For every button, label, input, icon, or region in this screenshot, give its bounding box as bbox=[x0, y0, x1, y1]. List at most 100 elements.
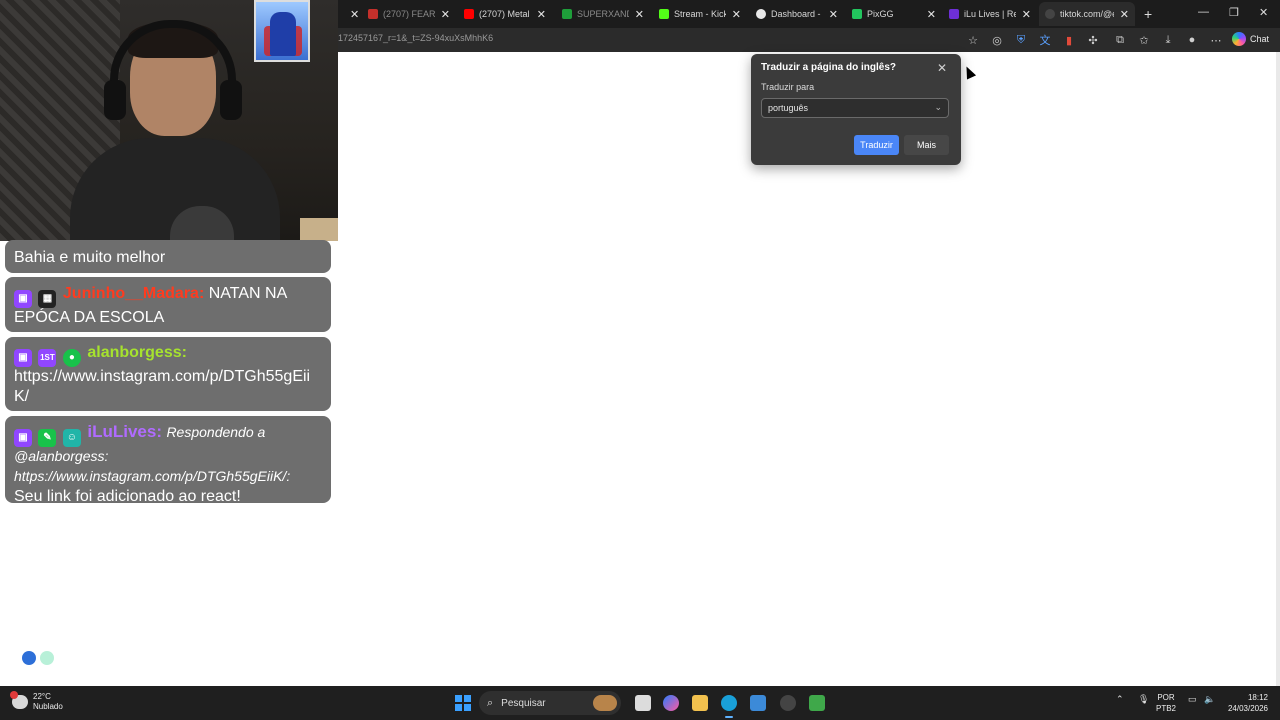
tab-label: Stream - Kick Da bbox=[674, 9, 726, 19]
keyboard-layout: PTB2 bbox=[1156, 704, 1177, 713]
sword-badge-icon: ✎ bbox=[38, 429, 57, 447]
office-icon[interactable]: ▮ bbox=[1062, 33, 1076, 47]
clock[interactable]: 18:12 24/03/2026 bbox=[1222, 692, 1268, 714]
scrollbar[interactable] bbox=[1276, 52, 1280, 686]
download-icon[interactable]: ⤓ bbox=[1161, 33, 1175, 47]
volume-icon[interactable]: 🔈 bbox=[1204, 694, 1215, 705]
robot-badge-icon: ☺ bbox=[62, 429, 81, 447]
restore-icon[interactable]: ❐ bbox=[1229, 6, 1239, 19]
language-select[interactable]: português ⌄ bbox=[761, 98, 949, 118]
tab-ilu-lives-react[interactable]: iLu Lives | React ✕ bbox=[943, 2, 1037, 26]
task-view-icon[interactable] bbox=[635, 695, 651, 711]
minimize-icon[interactable]: — bbox=[1198, 6, 1209, 18]
photos-icon[interactable] bbox=[750, 695, 766, 711]
obs-icon[interactable] bbox=[780, 695, 796, 711]
taskbar-search[interactable]: ⌕ Pesquisar bbox=[479, 691, 621, 715]
tab-label: SUPERXANDAO bbox=[577, 9, 629, 19]
weather-temp: 22°C bbox=[33, 692, 51, 701]
play-icon[interactable] bbox=[22, 651, 36, 665]
close-icon[interactable]: ✕ bbox=[829, 8, 838, 21]
tab-fear-the[interactable]: (2707) FEAR THE ✕ bbox=[362, 2, 456, 26]
close-icon[interactable]: ✕ bbox=[635, 8, 644, 21]
profile-icon[interactable]: ● bbox=[1185, 33, 1199, 47]
streamer bbox=[70, 20, 280, 241]
microphone-icon[interactable]: 🎙 bbox=[1138, 694, 1149, 705]
tab-label: iLu Lives | React bbox=[964, 9, 1016, 19]
network-icon[interactable]: ▭ bbox=[1188, 694, 1197, 705]
language-indicator[interactable]: POR PTB2 bbox=[1156, 692, 1176, 714]
tab-superxandao[interactable]: SUPERXANDAO ✕ bbox=[556, 2, 650, 26]
selected-language: português bbox=[768, 103, 809, 113]
new-tab-icon[interactable]: + bbox=[1144, 6, 1152, 22]
star-icon[interactable]: ☆ bbox=[966, 33, 980, 47]
ilu-icon bbox=[949, 9, 959, 19]
loading-icon bbox=[1045, 9, 1055, 19]
chat-username: alanborgess: bbox=[87, 344, 187, 361]
translate-icon[interactable]: 文 bbox=[1038, 33, 1052, 47]
globe-icon bbox=[756, 9, 766, 19]
overlay-mini-icons bbox=[22, 651, 54, 665]
tab-tiktok[interactable]: tiktok.com/@edi ✕ bbox=[1039, 2, 1135, 26]
chat-message: ▣ ▦ Juninho__Madara: NATAN NA EPÓCA DA E… bbox=[5, 277, 331, 332]
first-badge: 1ST bbox=[38, 349, 57, 367]
cloud-icon bbox=[10, 691, 28, 709]
search-highlight-icon bbox=[593, 695, 617, 711]
twitch-icon: ▣ bbox=[14, 429, 32, 447]
extension-icon[interactable]: ◎ bbox=[990, 33, 1004, 47]
search-icon: ⌕ bbox=[487, 696, 494, 709]
chat-message: ▣ 1ST ● alanborgess: https://www.instagr… bbox=[5, 337, 331, 411]
screen: ✕ (2707) FEAR THE ✕ (2707) Metal Insi ✕ … bbox=[0, 0, 1280, 720]
youtube-icon bbox=[368, 9, 378, 19]
app-icon[interactable] bbox=[809, 695, 825, 711]
time: 18:12 bbox=[1247, 693, 1268, 702]
tab-partial[interactable]: ✕ bbox=[338, 2, 362, 26]
edge-icon[interactable] bbox=[721, 695, 737, 718]
tab-dashboard[interactable]: Dashboard - Liv ✕ bbox=[750, 2, 844, 26]
copilot-icon bbox=[1232, 32, 1246, 46]
address-bar-url[interactable]: 172457167_r=1&_t=ZS-94xuXsMhhK6 bbox=[338, 33, 493, 43]
tab-label: (2707) FEAR THE bbox=[383, 9, 435, 19]
more-icon[interactable]: ⋯ bbox=[1209, 33, 1223, 47]
close-icon[interactable]: ✕ bbox=[537, 8, 546, 21]
close-icon[interactable]: ✕ bbox=[732, 8, 741, 21]
qr-badge-icon: ▦ bbox=[38, 290, 57, 308]
copilot-chat-button[interactable]: Chat bbox=[1232, 32, 1269, 46]
split-screen-icon[interactable]: ⧉ bbox=[1113, 33, 1127, 47]
tab-kick-stream[interactable]: Stream - Kick Da ✕ bbox=[653, 2, 747, 26]
tab-pixgg[interactable]: PixGG ✕ bbox=[846, 2, 942, 26]
tray-chevron-icon[interactable]: ⌃ bbox=[1116, 694, 1124, 705]
kick-icon bbox=[659, 9, 669, 19]
chat-username: Juninho__Madara: bbox=[62, 285, 205, 302]
start-icon[interactable] bbox=[455, 695, 471, 711]
chat-label: Chat bbox=[1250, 34, 1270, 44]
tab-label: (2707) Metal Insi bbox=[479, 9, 531, 19]
chat-message: Bahia e muito melhor bbox=[5, 240, 331, 273]
chat-text: Seu link foi adicionado ao react! bbox=[14, 488, 241, 505]
tab-label: PixGG bbox=[867, 9, 894, 19]
twitch-icon: ▣ bbox=[14, 349, 32, 367]
puzzle-icon[interactable]: ✣ bbox=[1086, 33, 1100, 47]
close-icon[interactable]: ✕ bbox=[937, 61, 947, 75]
frog-badge-icon: ● bbox=[62, 349, 81, 367]
power-icon[interactable] bbox=[40, 651, 54, 665]
close-window-icon[interactable]: ✕ bbox=[1259, 6, 1268, 19]
shield-icon[interactable]: ⛨ bbox=[1014, 33, 1028, 47]
tab-metal-insider[interactable]: (2707) Metal Insi ✕ bbox=[458, 2, 552, 26]
close-icon[interactable]: ✕ bbox=[1022, 8, 1031, 21]
favorites-icon[interactable]: ✩ bbox=[1137, 33, 1151, 47]
popup-title: Traduzir a página do inglês? bbox=[761, 62, 897, 73]
chat-username: iLuLives: bbox=[87, 422, 162, 441]
chevron-down-icon: ⌄ bbox=[934, 102, 942, 112]
copilot-icon[interactable] bbox=[663, 695, 679, 711]
chat-message: ▣ ✎ ☺ iLuLives: Respondendo a @alanborge… bbox=[5, 416, 331, 505]
desk-item bbox=[300, 218, 338, 241]
close-icon[interactable]: ✕ bbox=[441, 8, 450, 21]
weather-widget[interactable]: 22°C Nublado bbox=[10, 691, 63, 712]
translate-button[interactable]: Traduzir bbox=[854, 135, 899, 155]
close-icon[interactable]: ✕ bbox=[927, 8, 936, 21]
spreadsheet-icon bbox=[562, 9, 572, 19]
more-button[interactable]: Mais bbox=[904, 135, 949, 155]
file-explorer-icon[interactable] bbox=[692, 695, 708, 711]
close-icon[interactable]: ✕ bbox=[1120, 8, 1129, 21]
close-icon[interactable]: ✕ bbox=[350, 8, 359, 21]
